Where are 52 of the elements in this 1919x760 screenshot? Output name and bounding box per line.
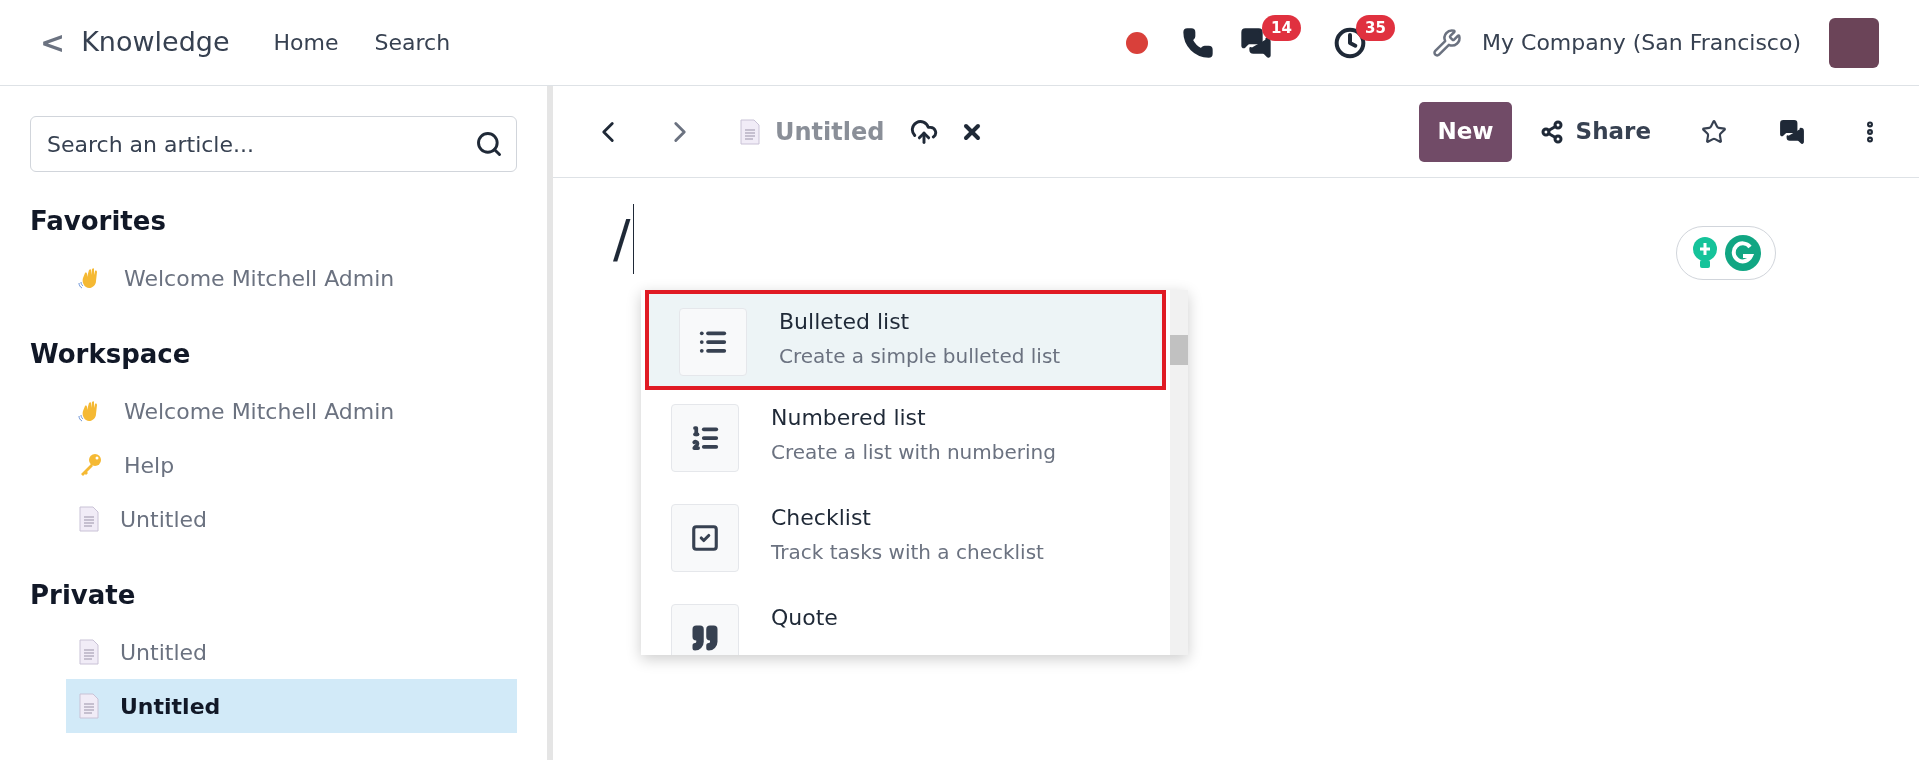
user-avatar[interactable] [1829, 17, 1879, 68]
editor-text[interactable]: / [613, 204, 634, 274]
lightbulb-icon [1690, 236, 1720, 270]
article-item[interactable]: Help [66, 438, 517, 492]
message-count-badge: 14 [1262, 14, 1301, 41]
command-menu-item[interactable]: Quote [641, 590, 1170, 655]
menu-link[interactable]: Search [374, 26, 451, 59]
section-heading: Private [30, 579, 137, 612]
g-logo-icon [1724, 234, 1762, 272]
menu-link[interactable]: Home [273, 26, 339, 59]
article-item[interactable]: Welcome Mitchell Admin [66, 251, 517, 305]
phone-icon[interactable] [1182, 26, 1215, 59]
company-switcher[interactable]: My Company (San Francisco) [1482, 26, 1801, 59]
document-icon [739, 118, 761, 145]
cloud-upload-icon[interactable] [910, 117, 939, 146]
chat-icon[interactable] [1779, 118, 1805, 145]
tools-icon[interactable] [1432, 27, 1463, 58]
checkbox-icon [690, 523, 720, 553]
command-title: Quote [771, 604, 838, 632]
quote-icon [690, 623, 720, 653]
article-item[interactable]: Untitled [66, 625, 517, 679]
command-menu-item[interactable]: Checklist Track tasks with a checklist [641, 490, 1170, 590]
search-field[interactable]: Search an article... [30, 116, 517, 172]
section-heading: Workspace [30, 338, 192, 371]
activity-count-badge: 35 [1356, 14, 1395, 41]
command-description: Create a list with numbering [771, 439, 1056, 466]
section-heading: Favorites [30, 205, 167, 238]
command-title: Bulleted list [779, 308, 911, 336]
share-icon [1539, 119, 1564, 144]
command-menu-item[interactable]: Numbered list Create a list with numbering [641, 390, 1170, 490]
document-icon [78, 693, 100, 719]
document-icon [78, 506, 100, 532]
article-item[interactable]: Welcome Mitchell Admin [66, 384, 517, 438]
chat-icon[interactable] [1240, 26, 1273, 59]
document-icon [78, 639, 100, 665]
clock-icon[interactable] [1334, 26, 1367, 59]
share-button[interactable]: Share [1539, 114, 1651, 149]
new-button[interactable]: New [1419, 101, 1512, 162]
numbered-list-icon [690, 423, 720, 453]
star-icon[interactable] [1701, 118, 1727, 145]
back-link[interactable]: < [40, 20, 66, 65]
command-title: Numbered list [771, 404, 927, 432]
search-icon[interactable] [475, 130, 503, 158]
command-description: Create a simple bulleted list [779, 343, 1061, 370]
app-title: Knowledge [81, 25, 230, 60]
command-menu-item[interactable]: Bulleted list Create a simple bulleted list [645, 290, 1166, 390]
grammarly-widget[interactable] [1676, 226, 1776, 280]
scrollbar[interactable] [1170, 290, 1188, 655]
command-title: Checklist [771, 504, 872, 532]
command-description: Track tasks with a checklist [771, 539, 1044, 566]
article-item[interactable]: Untitled [66, 679, 517, 733]
article-item[interactable]: Untitled [66, 492, 517, 546]
